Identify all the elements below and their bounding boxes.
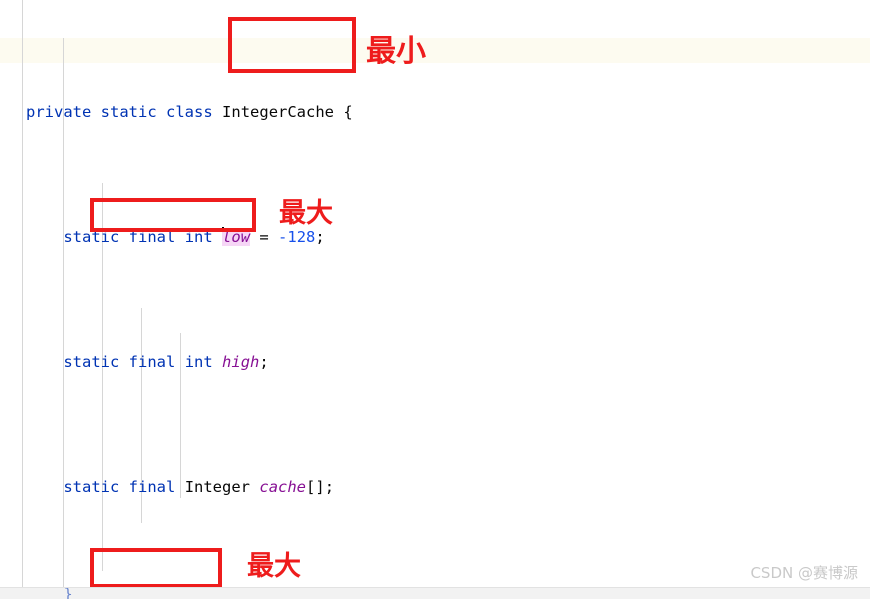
annotation-label-low: 最小 xyxy=(366,34,426,69)
token-keyword: final xyxy=(128,353,176,371)
token-keyword: static xyxy=(100,103,157,121)
token-keyword: private xyxy=(26,103,92,121)
annotation-box-h xyxy=(90,198,256,232)
code-content[interactable]: private static class IntegerCache { stat… xyxy=(0,0,870,599)
token-keyword: static xyxy=(63,353,120,371)
token-type: Integer xyxy=(184,478,251,496)
token-type-name: IntegerCache xyxy=(222,103,335,121)
annotation-label-high: 最大 xyxy=(247,551,301,582)
token-field-high: high xyxy=(222,353,260,371)
csdn-watermark: CSDN @赛博源 xyxy=(750,564,858,582)
code-line[interactable]: private static class IntegerCache { xyxy=(0,100,870,125)
annotation-label-h: 最大 xyxy=(279,198,333,229)
code-line[interactable]: static final Integer cache[]; xyxy=(0,475,870,500)
editor-bottom-strip: } xyxy=(0,587,870,599)
token-keyword: static xyxy=(63,478,120,496)
token-field-cache: cache xyxy=(259,478,307,496)
annotation-box-low xyxy=(228,17,356,73)
token-keyword: final xyxy=(128,478,176,496)
code-line[interactable]: static final int high; xyxy=(0,350,870,375)
token-number: -128 xyxy=(278,228,316,246)
screenshot-root: private static class IntegerCache { stat… xyxy=(0,0,870,599)
token-keyword: class xyxy=(166,103,213,121)
clipped-next-line: } xyxy=(26,587,73,599)
annotation-box-high xyxy=(90,548,222,588)
token-keyword: int xyxy=(184,353,213,371)
code-editor[interactable]: private static class IntegerCache { stat… xyxy=(0,0,870,588)
